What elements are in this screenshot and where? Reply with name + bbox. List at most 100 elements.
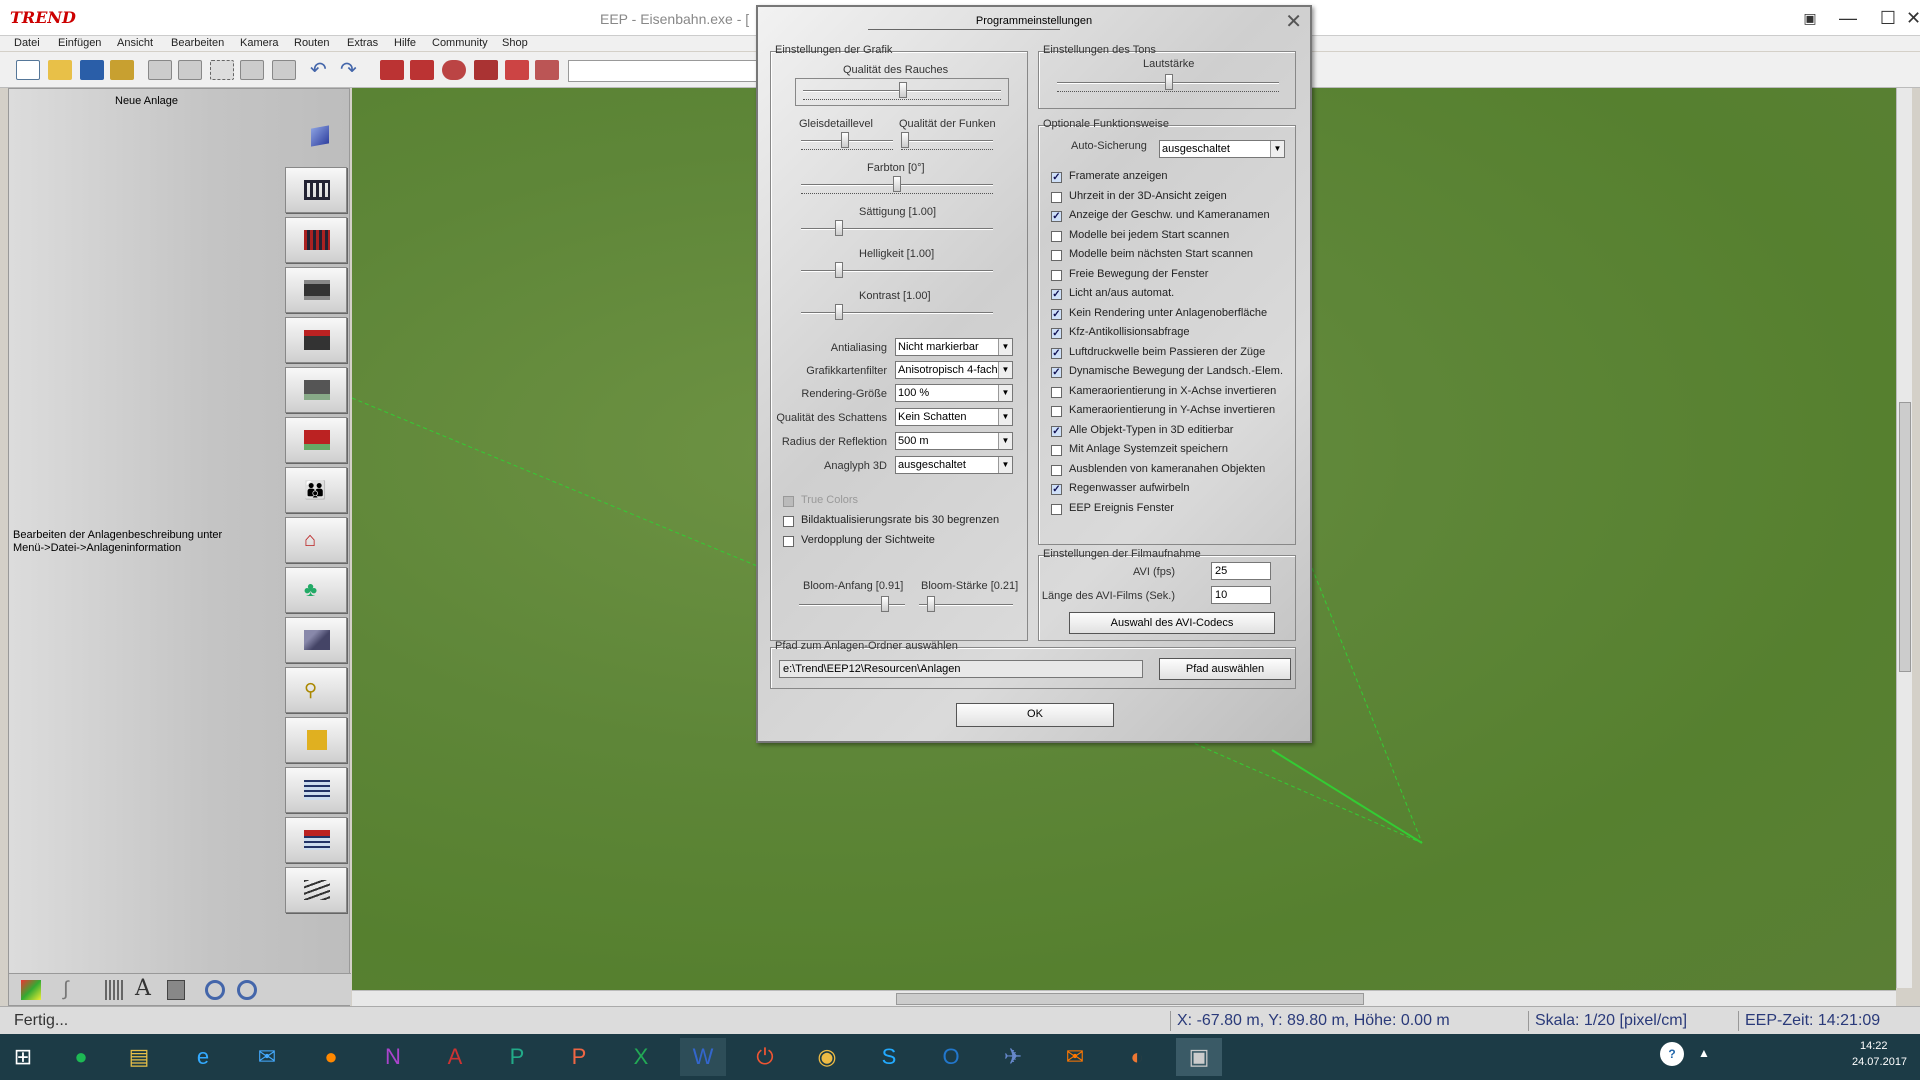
- menu-einfuegen[interactable]: Einfügen: [58, 36, 101, 51]
- sparks-slider-track[interactable]: [901, 140, 993, 142]
- curve-icon[interactable]: ∫: [63, 978, 68, 1001]
- chevron-down-icon[interactable]: ▼: [998, 457, 1012, 473]
- skype-icon[interactable]: S: [866, 1038, 912, 1076]
- sidebar-water-button[interactable]: [285, 767, 347, 813]
- eep-icon[interactable]: ▣: [1176, 1038, 1222, 1076]
- maximize-button[interactable]: ☐: [1868, 4, 1908, 32]
- sidebar-goods-button[interactable]: [285, 717, 347, 763]
- optional-checkbox-16[interactable]: ✓: [1051, 484, 1062, 495]
- menu-kamera[interactable]: Kamera: [240, 36, 279, 51]
- saturation-slider-track[interactable]: [801, 228, 993, 230]
- sidebar-tracks-switch-button[interactable]: [285, 867, 347, 913]
- windows-icon[interactable]: ⊞: [0, 1038, 46, 1076]
- double-view-checkbox[interactable]: [783, 536, 794, 547]
- bloom-start-slider-thumb[interactable]: [881, 596, 889, 612]
- close-button[interactable]: ✕: [1906, 4, 1920, 32]
- menu-community[interactable]: Community: [432, 36, 488, 51]
- spotify-icon[interactable]: ●: [58, 1038, 104, 1076]
- sidebar-tram-rails-button[interactable]: [285, 217, 347, 263]
- optional-checkbox-15[interactable]: [1051, 464, 1062, 476]
- optional-checkbox-7[interactable]: ✓: [1051, 308, 1062, 320]
- chevron-down-icon[interactable]: ▼: [998, 433, 1012, 449]
- ok-button[interactable]: OK: [956, 703, 1114, 727]
- menu-routen[interactable]: Routen: [294, 36, 329, 51]
- optional-checkbox-3[interactable]: [1051, 230, 1062, 242]
- copy-icon[interactable]: [148, 60, 172, 80]
- sidebar-water-track-button[interactable]: [285, 417, 347, 463]
- table-icon[interactable]: [167, 980, 185, 1000]
- horizontal-scrollbar[interactable]: [352, 990, 1896, 1006]
- firefox-icon[interactable]: ●: [308, 1038, 354, 1076]
- sidebar-road-button[interactable]: [285, 267, 347, 313]
- help-icon[interactable]: ?: [1660, 1042, 1684, 1066]
- optional-checkbox-13[interactable]: ✓: [1051, 425, 1062, 437]
- antialiasing-select[interactable]: Nicht markierbar ▼: [895, 338, 1013, 356]
- train-tool-4-icon[interactable]: [474, 60, 498, 80]
- chevron-down-icon[interactable]: ▼: [998, 409, 1012, 425]
- reflection-select[interactable]: 500 m ▼: [895, 432, 1013, 450]
- clock-time[interactable]: 14:22: [1860, 1040, 1888, 1052]
- sidebar-road-track-button[interactable]: [285, 367, 347, 413]
- outlook-icon[interactable]: O: [928, 1038, 974, 1076]
- mail-icon[interactable]: ✉: [1052, 1038, 1098, 1076]
- pdf-icon[interactable]: ◐: [1114, 1038, 1160, 1076]
- shadow-select[interactable]: Kein Schatten ▼: [895, 408, 1013, 426]
- train-tool-2-icon[interactable]: [410, 60, 434, 80]
- cube-icon[interactable]: [311, 125, 329, 147]
- sidebar-people-button[interactable]: 👪: [285, 467, 347, 513]
- toolbar-input[interactable]: [568, 60, 768, 82]
- optional-checkbox-11[interactable]: [1051, 386, 1062, 398]
- optional-checkbox-1[interactable]: [1051, 191, 1062, 203]
- thunderbird-icon[interactable]: ✈: [990, 1038, 1036, 1076]
- zoom-in-icon[interactable]: [205, 980, 225, 1000]
- train-tool-5-icon[interactable]: [505, 60, 529, 80]
- sidebar-road-tram-button[interactable]: [285, 317, 347, 363]
- excel-icon[interactable]: X: [618, 1038, 664, 1076]
- open-folder-icon[interactable]: [48, 60, 72, 80]
- chrome-icon[interactable]: ◉: [804, 1038, 850, 1076]
- save-all-icon[interactable]: [110, 60, 134, 80]
- optional-checkbox-17[interactable]: [1051, 503, 1062, 515]
- chevron-down-icon[interactable]: ▼: [998, 339, 1012, 355]
- restore-layout-icon[interactable]: ▣: [1790, 4, 1830, 32]
- optional-checkbox-4[interactable]: [1051, 250, 1062, 261]
- minimize-button[interactable]: —: [1828, 4, 1868, 32]
- chevron-down-icon[interactable]: ▼: [1270, 141, 1284, 157]
- avi-codec-button[interactable]: Auswahl des AVI-Codecs: [1069, 612, 1275, 634]
- saturation-slider-thumb[interactable]: [835, 220, 843, 236]
- optional-checkbox-12[interactable]: [1051, 406, 1062, 417]
- true-colors-checkbox[interactable]: [783, 496, 794, 507]
- train-tool-6-icon[interactable]: [535, 60, 559, 80]
- word-icon[interactable]: W: [680, 1038, 726, 1076]
- menu-ansicht[interactable]: Ansicht: [117, 36, 153, 51]
- autosave-select[interactable]: ausgeschaltet ▼: [1159, 140, 1285, 158]
- menu-shop[interactable]: Shop: [502, 36, 528, 51]
- chevron-down-icon[interactable]: ▼: [998, 362, 1012, 378]
- paste-icon[interactable]: [178, 60, 202, 80]
- save-icon[interactable]: [80, 60, 104, 80]
- path-field[interactable]: e:\Trend\EEP12\Resourcen\Anlagen: [779, 660, 1143, 678]
- power-icon[interactable]: ⏻: [742, 1038, 788, 1076]
- access-icon[interactable]: A: [432, 1038, 478, 1076]
- sidebar-signal-button[interactable]: ⚲: [285, 667, 347, 713]
- outlook-app-icon[interactable]: ✉: [244, 1038, 290, 1076]
- vertical-scroll-thumb[interactable]: [1899, 402, 1911, 672]
- vertical-scrollbar[interactable]: [1896, 88, 1912, 988]
- chevron-down-icon[interactable]: ▼: [998, 385, 1012, 401]
- render-size-select[interactable]: 100 % ▼: [895, 384, 1013, 402]
- zoom-out-icon[interactable]: [237, 980, 257, 1000]
- optional-checkbox-2[interactable]: ✓: [1051, 211, 1062, 222]
- explorer-icon[interactable]: ▤: [116, 1038, 162, 1076]
- menu-hilfe[interactable]: Hilfe: [394, 36, 416, 51]
- bloom-strength-slider-thumb[interactable]: [927, 596, 935, 612]
- framerate-limit-checkbox[interactable]: [783, 516, 794, 527]
- clock-date[interactable]: 24.07.2017: [1852, 1056, 1907, 1068]
- sidebar-rails-button[interactable]: [285, 167, 347, 213]
- grid-icon[interactable]: [105, 980, 125, 1000]
- select-icon[interactable]: [210, 60, 234, 80]
- tray-expand-icon[interactable]: ▲: [1698, 1046, 1710, 1060]
- undo-icon[interactable]: ↶: [310, 60, 334, 80]
- sidebar-tree-button[interactable]: ♣: [285, 567, 347, 613]
- menu-extras[interactable]: Extras: [347, 36, 378, 51]
- avi-length-field[interactable]: 10: [1211, 586, 1271, 604]
